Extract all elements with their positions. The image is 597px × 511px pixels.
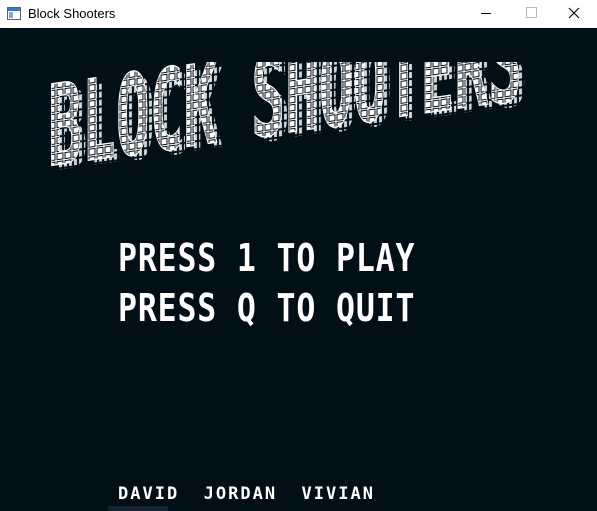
minimize-button[interactable] bbox=[463, 0, 509, 28]
press-q-to-quit-label: PRESS Q TO QUIT bbox=[118, 286, 416, 330]
credits-text: DAVID JORDAN VIVIAN bbox=[118, 484, 375, 504]
title-bar[interactable]: Block Shooters bbox=[0, 0, 597, 28]
window-title: Block Shooters bbox=[28, 6, 116, 21]
background-window-peek bbox=[108, 506, 168, 511]
maximize-button[interactable] bbox=[508, 0, 554, 28]
close-icon bbox=[568, 7, 580, 19]
game-canvas[interactable]: BLOCK SHOOTERS BLOCK SHOOTERS PRESS 1 TO… bbox=[0, 28, 597, 511]
minimize-icon bbox=[481, 13, 491, 14]
app-window-icon bbox=[7, 7, 21, 20]
close-button[interactable] bbox=[551, 0, 597, 28]
game-logo: BLOCK SHOOTERS BLOCK SHOOTERS bbox=[47, 62, 528, 182]
app-window: Block Shooters PRESS 1 TO PLAY PRESS Q T… bbox=[0, 0, 597, 511]
press-1-to-play-label: PRESS 1 TO PLAY bbox=[118, 236, 416, 280]
maximize-icon bbox=[526, 7, 537, 18]
